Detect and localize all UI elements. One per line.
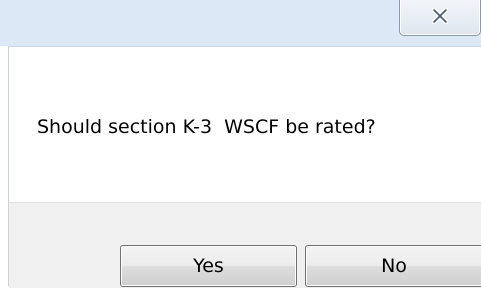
close-button[interactable] bbox=[399, 0, 481, 36]
button-bar: Yes No bbox=[9, 202, 481, 288]
dialog-message: Should section K-3 WSCF be rated? bbox=[37, 116, 376, 138]
title-bar bbox=[0, 0, 481, 46]
no-button[interactable]: No bbox=[305, 245, 481, 287]
yes-button[interactable]: Yes bbox=[120, 245, 297, 287]
dialog-body: Should section K-3 WSCF be rated? Yes No bbox=[8, 46, 481, 288]
close-icon bbox=[432, 8, 448, 24]
